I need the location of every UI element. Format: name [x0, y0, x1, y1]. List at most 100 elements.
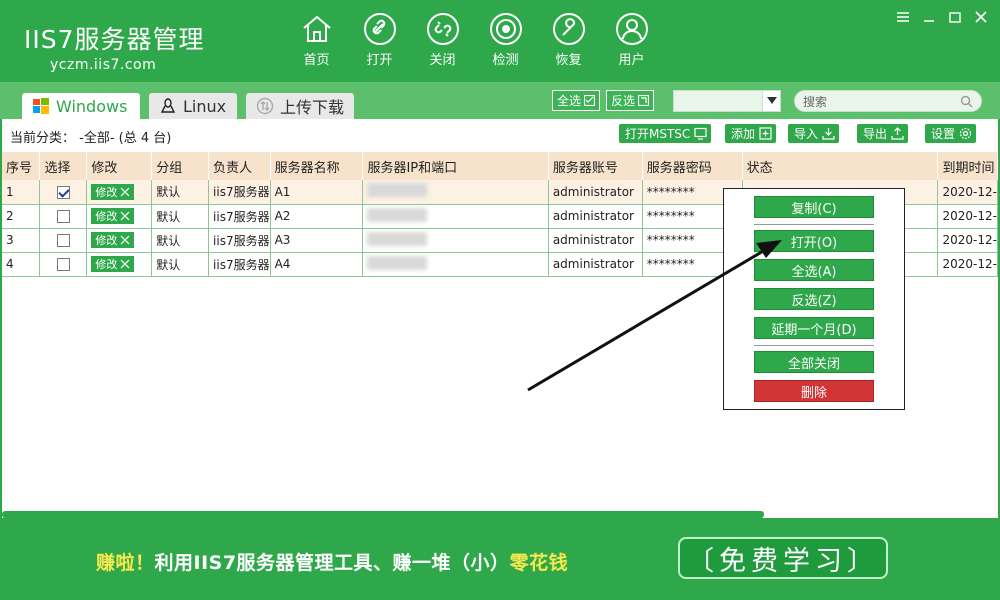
col-account[interactable]: 服务器账号 — [548, 152, 643, 180]
minimize-button[interactable] — [916, 6, 942, 28]
chevron-down-icon — [766, 97, 777, 104]
cell-no: 2 — [2, 204, 41, 229]
search-input[interactable]: 搜索 — [794, 90, 982, 112]
horizontal-scrollbar[interactable] — [2, 511, 764, 518]
close-icon — [975, 11, 987, 23]
nav-user-label: 用户 — [618, 53, 645, 68]
cell-owner: iis7服务器 — [208, 228, 271, 253]
tools-icon — [120, 235, 130, 245]
invert-select-button[interactable]: 反选 — [606, 90, 655, 111]
user-icon — [615, 13, 648, 45]
nav-home[interactable]: 首页 — [285, 12, 348, 68]
tab-bar: Windows Linux 上传下载 全选 反选 搜索 — [0, 82, 1000, 119]
menu-item-extend[interactable]: 延期一个月(D) — [754, 317, 874, 339]
edit-label: 修改 — [95, 258, 118, 271]
tab-upload-download[interactable]: 上传下载 — [246, 93, 354, 119]
cell-edit: 修改 — [86, 204, 153, 229]
cell-no: 3 — [2, 228, 41, 253]
import-button[interactable]: 导入 — [788, 124, 840, 143]
cell-account: administrator — [548, 204, 643, 229]
cell-name: A2 — [270, 204, 364, 229]
free-learn-button[interactable]: 〔免费学习〕 — [678, 537, 888, 579]
nav-open-label: 打开 — [366, 53, 393, 68]
window-controls — [890, 6, 994, 28]
col-edit[interactable]: 修改 — [86, 152, 153, 180]
cell-group: 默认 — [151, 252, 210, 277]
cell-expire: 2020-12- — [937, 204, 998, 229]
dropdown-arrow[interactable] — [762, 91, 780, 111]
nav-home-label: 首页 — [303, 53, 330, 68]
cell-group: 默认 — [151, 180, 210, 205]
row-checkbox[interactable] — [56, 185, 70, 199]
export-icon — [891, 127, 904, 140]
menu-item-open[interactable]: 打开(O) — [754, 230, 874, 252]
row-checkbox[interactable] — [56, 234, 70, 247]
import-icon — [822, 128, 835, 140]
nav-restore[interactable]: 恢复 — [537, 12, 600, 68]
tab-linux[interactable]: Linux — [149, 93, 237, 119]
edit-button[interactable]: 修改 — [91, 256, 135, 272]
col-password[interactable]: 服务器密码 — [642, 152, 743, 180]
logo-url: yczm.iis7.com — [50, 57, 157, 73]
menu-item-close-all[interactable]: 全部关闭 — [754, 351, 874, 373]
col-no[interactable]: 序号 — [2, 152, 41, 180]
col-select[interactable]: 选择 — [39, 152, 88, 180]
menu-item-delete[interactable]: 删除 — [754, 380, 874, 402]
export-button[interactable]: 导出 — [857, 124, 909, 143]
nav-user[interactable]: 用户 — [600, 12, 663, 68]
redacted-ip — [367, 231, 428, 246]
col-owner[interactable]: 负责人 — [208, 152, 271, 180]
cell-edit: 修改 — [86, 228, 153, 253]
promo-text: 赚啦！利用IIS7服务器管理工具、赚一堆（小）零花钱 — [96, 548, 568, 575]
promo-text-start: 赚啦！ — [96, 552, 155, 574]
edit-button[interactable]: 修改 — [91, 183, 135, 200]
maximize-button[interactable] — [942, 6, 968, 28]
open-mstsc-button[interactable]: 打开MSTSC — [619, 124, 712, 143]
settings-label: 设置 — [931, 127, 956, 141]
cell-account: administrator — [548, 180, 643, 205]
cell-name: A4 — [270, 252, 364, 277]
col-status[interactable]: 状态 — [742, 152, 939, 180]
row-checkbox[interactable] — [56, 258, 70, 271]
col-ip-port[interactable]: 服务器IP和端口 — [362, 152, 549, 180]
cell-select — [39, 228, 88, 253]
menu-divider — [754, 224, 874, 225]
redacted-ip — [367, 183, 428, 198]
menu-button[interactable] — [890, 6, 916, 28]
server-toolbar: 当前分类： -全部- (总 4 台) 打开MSTSC 添加 导入 导出 设置 — [2, 119, 998, 147]
maximize-icon — [949, 12, 961, 23]
close-button[interactable] — [968, 6, 994, 28]
nav-detect[interactable]: 检测 — [474, 12, 537, 68]
col-name[interactable]: 服务器名称 — [270, 152, 364, 180]
col-group[interactable]: 分组 — [151, 152, 210, 180]
search-icon — [960, 95, 973, 108]
menu-item-select-all[interactable]: 全选(A) — [754, 259, 874, 281]
nav-close[interactable]: 关闭 — [411, 12, 474, 68]
tools-icon — [120, 187, 130, 197]
nav-close-label: 关闭 — [429, 53, 456, 68]
edit-button[interactable]: 修改 — [91, 232, 135, 248]
row-checkbox[interactable] — [56, 210, 70, 223]
table-header-row: 序号 选择 修改 分组 负责人 服务器名称 服务器IP和端口 服务器账号 服务器… — [2, 152, 998, 180]
settings-button[interactable]: 设置 — [925, 124, 977, 143]
target-icon — [489, 13, 522, 45]
redacted-ip — [367, 255, 428, 270]
tab-windows[interactable]: Windows — [22, 93, 140, 119]
app-logo: IIS7服务器管理 yczm.iis7.com — [24, 20, 205, 73]
edit-button[interactable]: 修改 — [91, 208, 135, 224]
group-dropdown[interactable] — [673, 90, 781, 112]
nav-open[interactable]: 打开 — [348, 12, 411, 68]
minimize-icon — [924, 20, 934, 22]
menu-item-copy[interactable]: 复制(C) — [754, 196, 874, 218]
redacted-ip — [367, 207, 428, 222]
add-button[interactable]: 添加 — [725, 124, 777, 143]
hamburger-icon — [897, 12, 909, 22]
cell-edit: 修改 — [86, 180, 153, 205]
menu-divider — [754, 345, 874, 346]
home-icon — [302, 15, 331, 42]
select-all-button[interactable]: 全选 — [552, 90, 601, 111]
category-label: 当前分类： -全部- (总 4 台) — [10, 131, 172, 146]
menu-item-invert[interactable]: 反选(Z) — [754, 288, 874, 310]
cell-ip-port — [362, 204, 549, 229]
col-expire[interactable]: 到期时间 — [937, 152, 998, 180]
